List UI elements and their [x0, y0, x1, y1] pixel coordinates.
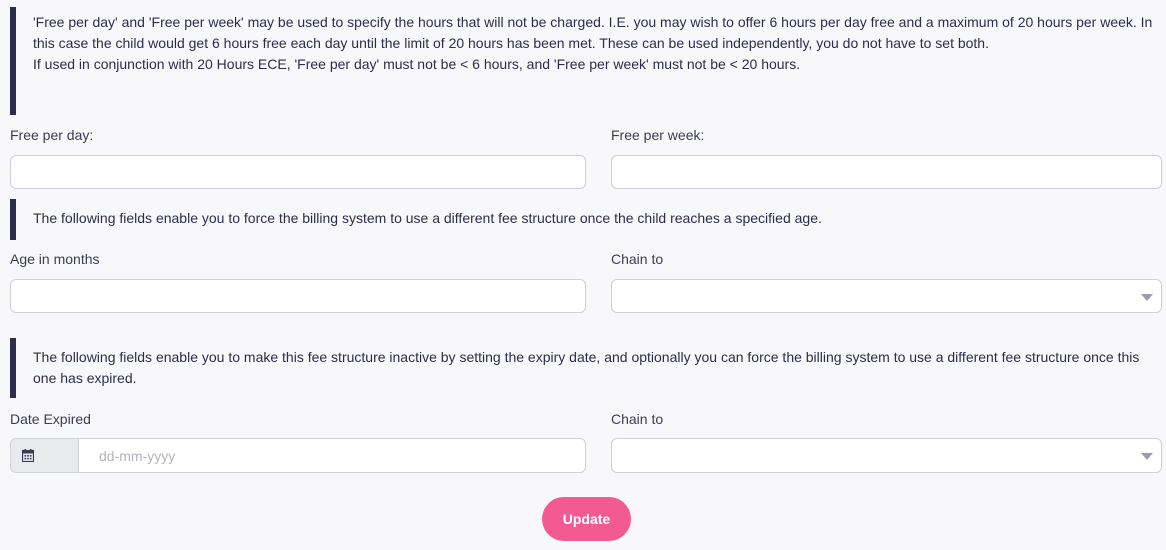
- expiry-note: The following fields enable you to make …: [10, 338, 1160, 398]
- chevron-down-icon: [1141, 453, 1153, 460]
- age-chain-note: The following fields enable you to force…: [10, 199, 1158, 240]
- chain-to-age-select[interactable]: [611, 279, 1162, 313]
- age-chain-note-text: The following fields enable you to force…: [33, 210, 822, 226]
- calendar-icon: [22, 449, 34, 462]
- calendar-button[interactable]: [10, 438, 78, 473]
- chain-to-expiry-label: Chain to: [611, 411, 664, 427]
- date-expired-group: [10, 438, 586, 473]
- age-in-months-label: Age in months: [10, 251, 100, 267]
- free-per-week-label: Free per week:: [611, 127, 705, 143]
- update-button[interactable]: Update: [542, 497, 631, 541]
- date-expired-input[interactable]: [78, 438, 586, 473]
- chain-to-age-label: Chain to: [611, 251, 664, 267]
- free-hours-note-ece-text: If used in conjunction with 20 Hours ECE…: [33, 56, 801, 72]
- fee-structure-form: 'Free per day' and 'Free per week' may b…: [0, 0, 1166, 550]
- free-per-week-input[interactable]: [611, 155, 1162, 189]
- free-hours-note-text: 'Free per day' and 'Free per week' may b…: [33, 14, 1153, 51]
- free-per-day-input[interactable]: [10, 155, 586, 189]
- free-per-day-label: Free per day:: [10, 127, 94, 143]
- age-in-months-input[interactable]: [10, 279, 586, 313]
- expiry-note-text: The following fields enable you to make …: [33, 349, 1140, 386]
- free-hours-note: 'Free per day' and 'Free per week' may b…: [10, 7, 1158, 115]
- date-expired-label: Date Expired: [10, 411, 91, 427]
- chevron-down-icon: [1141, 294, 1153, 301]
- chain-to-expiry-select[interactable]: [611, 438, 1162, 473]
